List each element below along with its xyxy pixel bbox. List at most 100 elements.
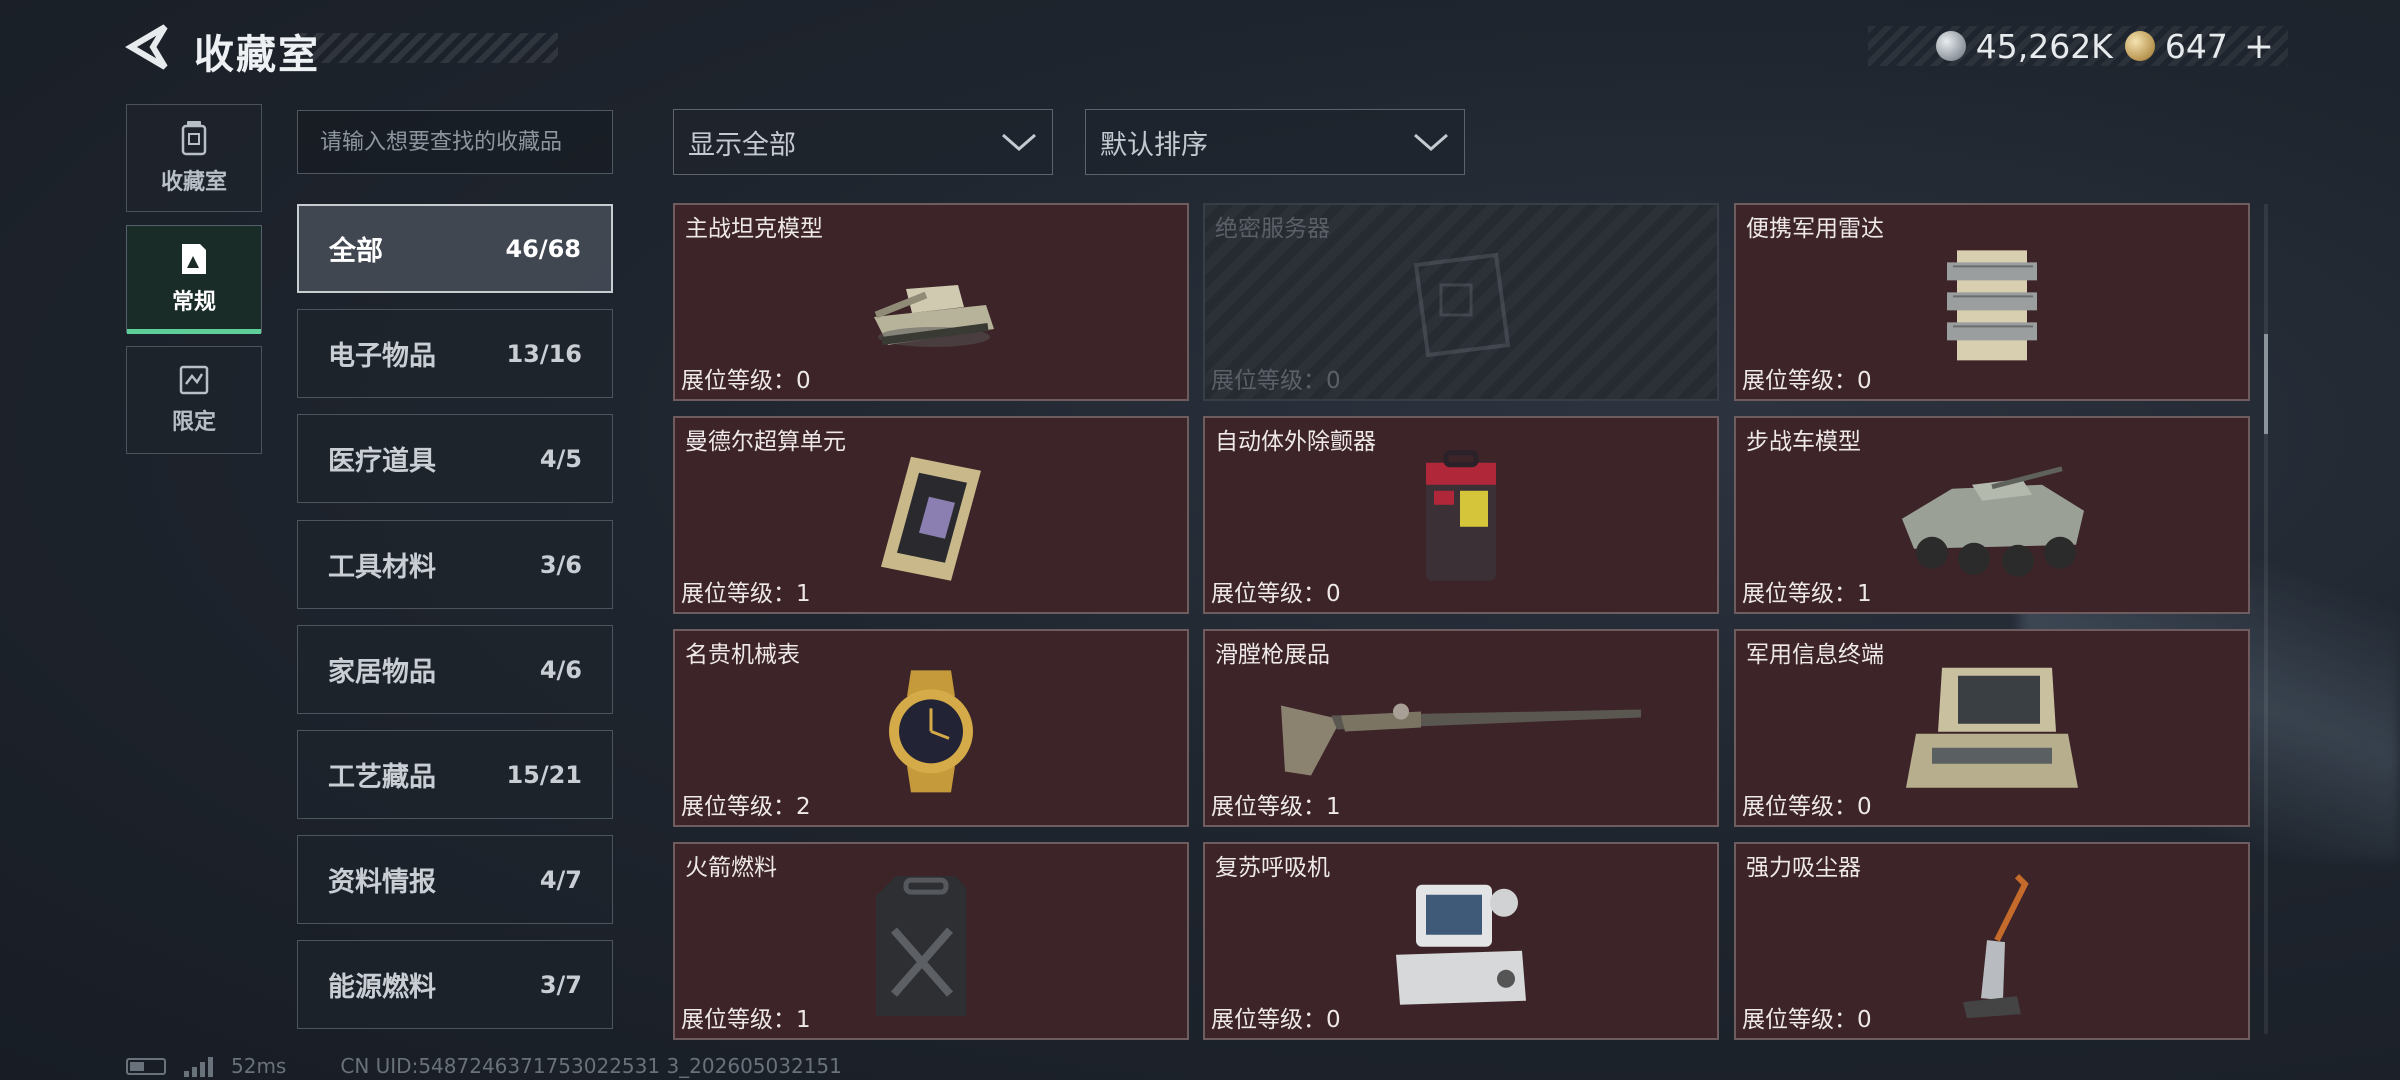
server-icon xyxy=(1396,245,1526,369)
title-decoration xyxy=(300,33,558,63)
category-name: 工具材料 xyxy=(328,552,436,583)
item-level: 展位等级：0 xyxy=(681,368,811,394)
filter-dropdown[interactable]: 显示全部 xyxy=(673,109,1053,175)
item-level: 展位等级：1 xyxy=(1742,581,1872,607)
category-name: 资料情报 xyxy=(328,867,436,898)
category-count: 13/16 xyxy=(506,339,582,368)
category-crafts[interactable]: 工艺藏品 15/21 xyxy=(297,730,613,819)
sort-dropdown[interactable]: 默认排序 xyxy=(1085,109,1465,175)
currency-gold-value: 647 xyxy=(2164,26,2228,66)
item-card-ventilator[interactable]: 复苏呼吸机 展位等级：0 xyxy=(1203,842,1719,1040)
top-bar: 收藏室 45,262K 647 + xyxy=(0,0,2400,90)
currency-gold[interactable]: 647 xyxy=(2124,26,2228,66)
item-name: 曼德尔超算单元 xyxy=(685,429,846,455)
rail-tab-collection-room[interactable]: 收藏室 xyxy=(126,104,262,212)
category-name: 电子物品 xyxy=(328,341,436,372)
filter-dropdown-value: 显示全部 xyxy=(688,129,796,161)
signal-icon xyxy=(184,1055,213,1077)
tank-model-icon xyxy=(856,245,1006,369)
item-name: 复苏呼吸机 xyxy=(1215,855,1330,881)
radar-icon xyxy=(1937,240,2047,374)
category-electronics[interactable]: 电子物品 13/16 xyxy=(297,309,613,398)
add-currency-button[interactable]: + xyxy=(2244,26,2274,67)
currency-silver-value: 45,262K xyxy=(1975,26,2113,66)
category-count: 46/68 xyxy=(505,234,581,263)
collection-room-icon xyxy=(181,121,207,156)
ventilator-icon xyxy=(1386,875,1536,1019)
category-name: 全部 xyxy=(329,236,383,267)
silver-coin-icon xyxy=(1935,31,1966,61)
item-name: 自动体外除颤器 xyxy=(1215,429,1376,455)
item-card-terminal[interactable]: 军用信息终端 展位等级：0 xyxy=(1734,629,2250,827)
item-card-vacuum[interactable]: 强力吸尘器 展位等级：0 xyxy=(1734,842,2250,1040)
item-level: 展位等级：0 xyxy=(1742,794,1872,820)
watch-icon xyxy=(871,666,991,800)
musket-icon xyxy=(1271,676,1651,790)
scrollbar-thumb[interactable] xyxy=(2264,334,2268,434)
item-name: 强力吸尘器 xyxy=(1746,855,1861,881)
chevron-down-icon xyxy=(1002,133,1036,151)
item-card-compute-unit[interactable]: 曼德尔超算单元 展位等级：1 xyxy=(673,416,1189,614)
item-card-tank-model[interactable]: 主战坦克模型 展位等级：0 xyxy=(673,203,1189,401)
category-name: 能源燃料 xyxy=(328,972,436,1003)
item-card-server-locked[interactable]: 绝密服务器 展位等级：0 xyxy=(1203,203,1719,401)
item-level: 展位等级：0 xyxy=(1211,1007,1341,1033)
item-card-watch[interactable]: 名贵机械表 展位等级：2 xyxy=(673,629,1189,827)
currency-silver[interactable]: 45,262K xyxy=(1935,26,2113,66)
item-card-defibrillator[interactable]: 自动体外除颤器 展位等级：0 xyxy=(1203,416,1719,614)
item-name: 滑膛枪展品 xyxy=(1215,642,1330,668)
item-level: 展位等级：0 xyxy=(1211,368,1341,394)
item-level: 展位等级：0 xyxy=(1742,368,1872,394)
category-tools[interactable]: 工具材料 3/6 xyxy=(297,520,613,609)
limited-collection-icon xyxy=(179,365,209,395)
ping-text: 52ms xyxy=(231,1054,287,1078)
category-medical[interactable]: 医疗道具 4/5 xyxy=(297,414,613,503)
ifv-model-icon xyxy=(1892,449,2092,593)
category-count: 3/7 xyxy=(539,970,582,999)
item-name: 绝密服务器 xyxy=(1215,216,1330,242)
status-footer: 52ms CN UID:5487246371753022531 3_202605… xyxy=(126,1054,842,1078)
item-level: 展位等级：1 xyxy=(1211,794,1341,820)
scrollbar-track[interactable] xyxy=(2264,204,2268,1034)
item-level: 展位等级：0 xyxy=(1211,581,1341,607)
item-level: 展位等级：2 xyxy=(681,794,811,820)
rail-tab-limited[interactable]: 限定 xyxy=(126,346,262,454)
item-name: 火箭燃料 xyxy=(685,855,777,881)
item-card-fuel-can[interactable]: 火箭燃料 展位等级：1 xyxy=(673,842,1189,1040)
defibrillator-icon xyxy=(1416,449,1506,593)
currency-bar: 45,262K 647 + xyxy=(1868,26,2288,67)
terminal-icon xyxy=(1902,662,2082,806)
item-name: 名贵机械表 xyxy=(685,642,800,668)
category-count: 4/6 xyxy=(539,655,582,684)
category-count: 15/21 xyxy=(506,760,582,789)
compute-unit-icon xyxy=(871,449,991,593)
page-title: 收藏室 xyxy=(194,32,320,78)
back-button[interactable] xyxy=(124,22,170,72)
rail-tab-regular[interactable]: 常规 xyxy=(126,225,262,334)
sort-dropdown-value: 默认排序 xyxy=(1100,129,1208,161)
item-level: 展位等级：1 xyxy=(681,581,811,607)
back-arrow-icon xyxy=(125,24,168,70)
rail-tab-label: 限定 xyxy=(171,410,216,435)
item-name: 军用信息终端 xyxy=(1746,642,1884,668)
category-count: 4/5 xyxy=(539,444,582,473)
category-all[interactable]: 全部 46/68 xyxy=(297,204,613,293)
item-name: 步战车模型 xyxy=(1746,429,1861,455)
regular-collection-icon xyxy=(182,244,206,274)
uid-text: CN UID:5487246371753022531 3_20260503215… xyxy=(340,1054,842,1078)
item-level: 展位等级：1 xyxy=(681,1007,811,1033)
item-card-ifv-model[interactable]: 步战车模型 展位等级：1 xyxy=(1734,416,2250,614)
category-fuel[interactable]: 能源燃料 3/7 xyxy=(297,940,613,1029)
search-input[interactable] xyxy=(297,110,613,174)
category-household[interactable]: 家居物品 4/6 xyxy=(297,625,613,714)
category-count: 3/6 xyxy=(539,550,582,579)
item-name: 便携军用雷达 xyxy=(1746,216,1884,242)
item-name: 主战坦克模型 xyxy=(685,216,823,242)
fuel-can-icon xyxy=(866,870,996,1024)
item-card-musket[interactable]: 滑膛枪展品 展位等级：1 xyxy=(1203,629,1719,827)
category-intel[interactable]: 资料情报 4/7 xyxy=(297,835,613,924)
chevron-down-icon xyxy=(1414,133,1448,151)
item-level: 展位等级：0 xyxy=(1742,1007,1872,1033)
category-count: 4/7 xyxy=(539,865,582,894)
item-card-radar[interactable]: 便携军用雷达 展位等级：0 xyxy=(1734,203,2250,401)
